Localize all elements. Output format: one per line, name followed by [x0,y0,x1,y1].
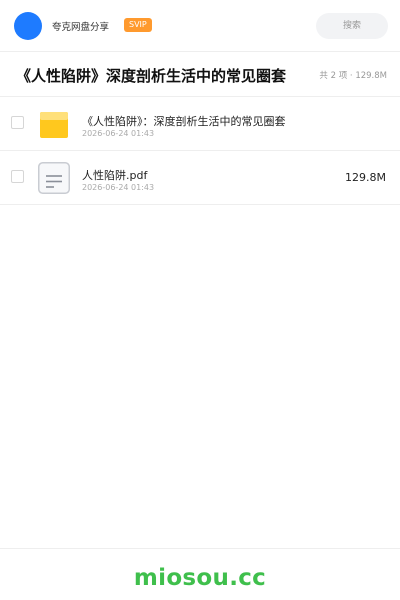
folder-summary: 共 2 项 · 129.8M [319,71,387,81]
header-bar: 夸克网盘分享 SVIP 搜索 [0,0,400,52]
file-name: 人性陷阱.pdf [82,169,148,182]
svip-badge: SVIP [124,18,152,32]
folder-title: 《人性陷阱》深度剖析生活中的常见圈套 [16,67,287,85]
folder-icon [40,112,68,138]
file-date: 2026-06-24 01:43 [82,129,155,138]
search-placeholder: 搜索 [342,21,361,31]
document-icon [38,162,70,194]
app-title: 夸克网盘分享 [52,22,110,33]
file-date: 2026-06-24 01:43 [82,183,155,192]
file-list: 《人性陷阱》：深度剖析生活中的常见圈套 2026-06-24 01:43 人性陷… [0,97,400,205]
file-name: 《人性陷阱》：深度剖析生活中的常见圈套 [82,115,286,128]
select-checkbox[interactable] [11,116,24,129]
brand-link[interactable]: miosou.cc [134,565,266,591]
select-checkbox[interactable] [11,170,24,183]
file-size: 129.8M [345,171,386,184]
footer: miosou.cc [0,548,400,600]
avatar[interactable] [14,12,42,40]
list-item[interactable]: 《人性陷阱》：深度剖析生活中的常见圈套 2026-06-24 01:43 [0,97,400,151]
share-page: 夸克网盘分享 SVIP 搜索 《人性陷阱》深度剖析生活中的常见圈套 共 2 项 … [0,0,400,600]
folder-title-bar: 《人性陷阱》深度剖析生活中的常见圈套 共 2 项 · 129.8M [0,53,400,97]
list-item[interactable]: 人性陷阱.pdf 2026-06-24 01:43 129.8M [0,151,400,205]
search-input[interactable]: 搜索 [316,13,388,39]
